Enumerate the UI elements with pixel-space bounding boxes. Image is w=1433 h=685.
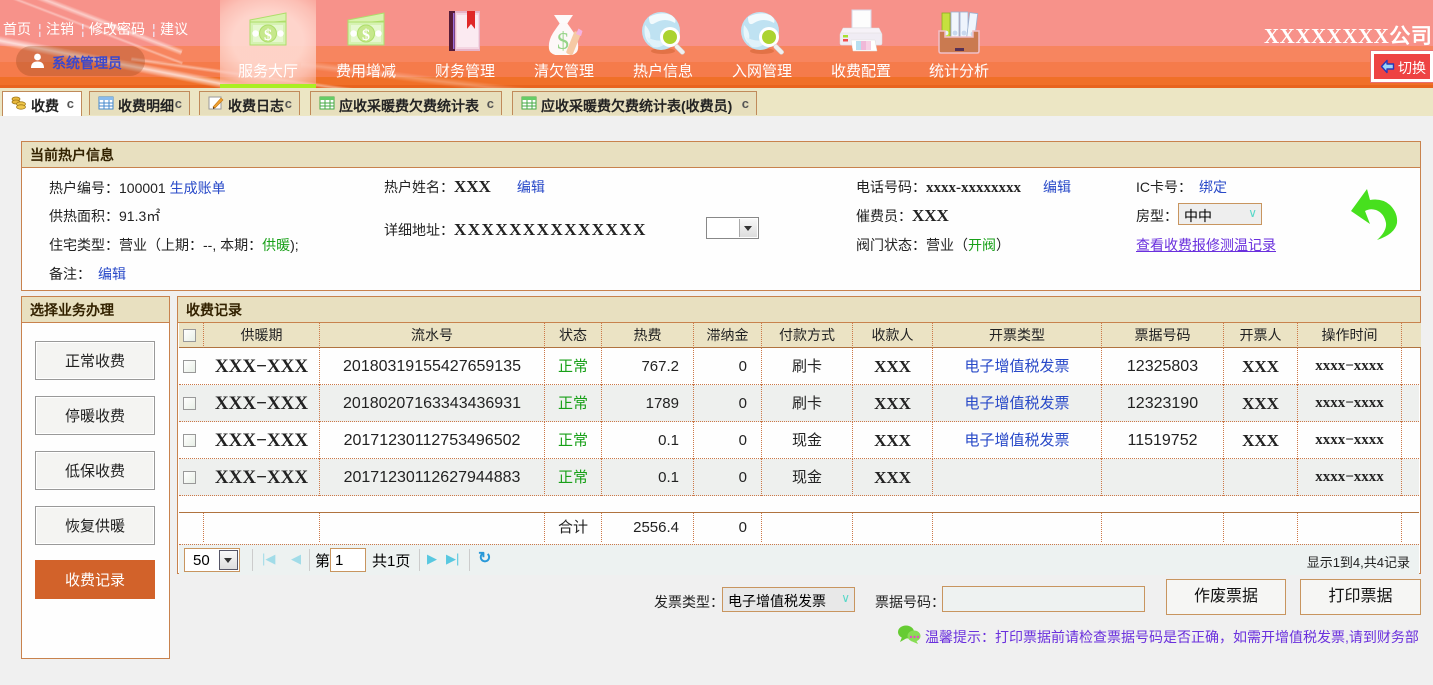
svg-text:$: $ — [362, 27, 370, 44]
svg-text:$: $ — [264, 27, 272, 44]
